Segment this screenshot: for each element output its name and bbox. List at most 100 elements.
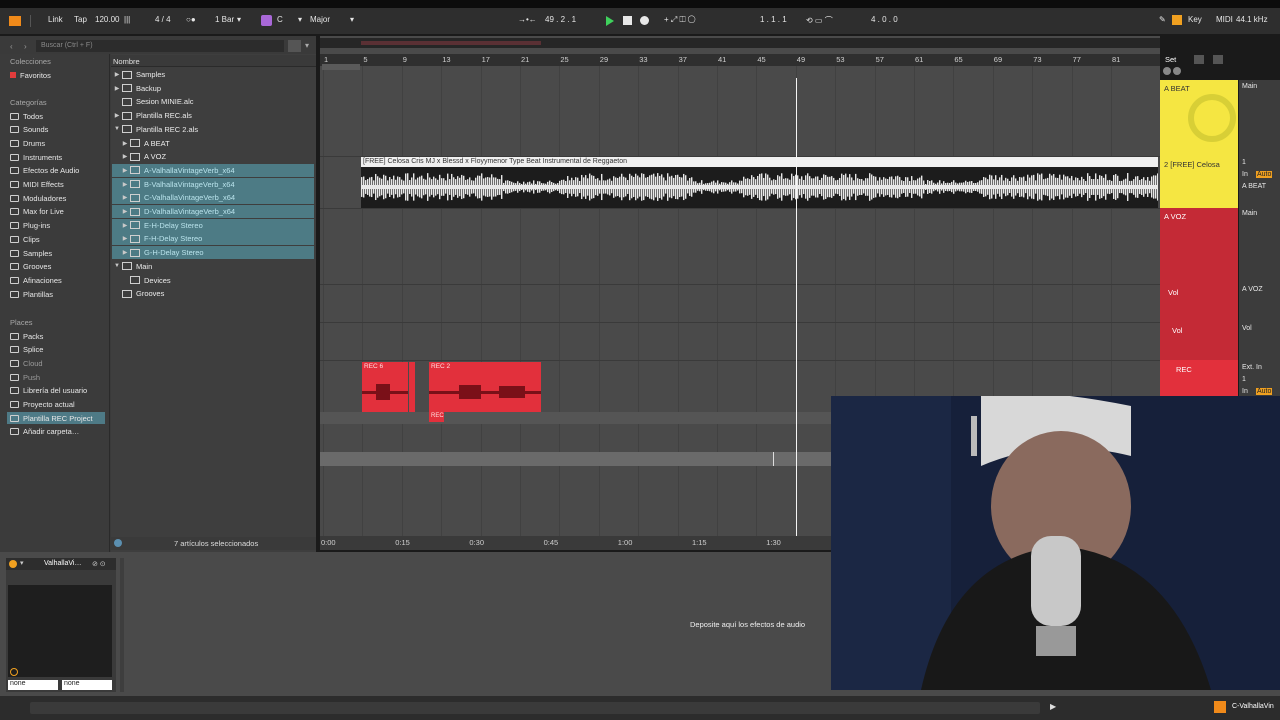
input-type-select[interactable]: Ext. In <box>1242 364 1262 371</box>
back-icon[interactable]: ‹ <box>10 42 13 51</box>
place-item-a-adir-carpeta-[interactable]: Añadir carpeta… <box>10 426 79 438</box>
file-item[interactable]: Devices <box>112 274 314 287</box>
scale-mode-icon[interactable] <box>261 15 272 26</box>
device-power-icon[interactable] <box>9 560 17 568</box>
sidebar-item-samples[interactable]: Samples <box>10 247 52 259</box>
follow-icon[interactable]: ○● <box>186 15 196 24</box>
stop-button[interactable] <box>623 16 632 25</box>
key-map-label[interactable]: Key <box>1188 15 1202 24</box>
lock-icon[interactable] <box>1213 55 1223 64</box>
monitor-auto-button[interactable]: Auto <box>1256 171 1273 178</box>
time-signature-field[interactable]: 4 / 4 <box>155 15 171 24</box>
file-item[interactable]: Sesion MINIE.alc <box>112 95 314 108</box>
plugin-view[interactable] <box>8 585 112 677</box>
sidebar-item-sounds[interactable]: Sounds <box>10 124 48 136</box>
disclosure-icon[interactable]: ▶ <box>112 112 122 119</box>
loop-start-field[interactable]: 1 . 1 . 1 <box>760 15 787 24</box>
tempo-field[interactable]: 120.00 <box>95 15 119 24</box>
preview-icon[interactable] <box>114 539 122 547</box>
fold-icon[interactable] <box>1173 67 1181 75</box>
chevron-down-icon[interactable]: ▾ <box>237 15 241 24</box>
disclosure-icon[interactable]: ▶ <box>112 85 122 92</box>
file-item[interactable]: ▶ A-ValhallaVintageVerb_x64 <box>112 163 314 177</box>
track-header-a-beat[interactable]: A BEAT <box>1160 80 1238 156</box>
audio-clip-beat[interactable]: [FREE] Celosa Cris MJ x Blessd x Floyyme… <box>361 157 1158 208</box>
track-header-celosa[interactable]: 2 [FREE] Celosa <box>1160 156 1238 208</box>
file-item[interactable]: ▼ Plantilla REC 2.als <box>112 123 314 136</box>
quantize-select[interactable]: 1 Bar <box>215 15 234 24</box>
select-b[interactable]: none <box>62 680 112 690</box>
sidebar-item-todos[interactable]: Todos <box>10 110 43 122</box>
file-item[interactable]: ▶ C-ValhallaVintageVerb_x64 <box>112 191 314 205</box>
overdub-icon[interactable]: + ⤢ ◫ ◯ <box>664 15 695 25</box>
midi-map-label[interactable]: MIDI <box>1216 15 1233 24</box>
sidebar-item-plantillas[interactable]: Plantillas <box>10 288 53 300</box>
scale-select[interactable]: Major <box>310 15 330 24</box>
output-select[interactable]: Main <box>1242 210 1257 217</box>
place-item-plantilla-rec-project[interactable]: Plantilla REC Project <box>7 412 105 425</box>
disclosure-icon[interactable]: ▼ <box>112 263 122 269</box>
link-button[interactable]: Link <box>48 15 63 24</box>
disclosure-icon[interactable]: ▼ <box>112 126 122 132</box>
file-item[interactable]: ▶ Plantilla REC.als <box>112 109 314 122</box>
song-position-field[interactable]: 49 . 2 . 1 <box>545 15 576 24</box>
metronome-icon[interactable]: ||| <box>124 15 130 24</box>
track-header-rec[interactable]: REC <box>1160 360 1238 400</box>
file-item[interactable]: ▶ Backup <box>112 82 314 95</box>
forward-icon[interactable]: › <box>24 42 27 51</box>
output-select[interactable]: A BEAT <box>1242 183 1266 190</box>
sidebar-item-midi-effects[interactable]: MIDI Effects <box>10 179 64 191</box>
disclosure-icon[interactable]: ▶ <box>120 194 130 201</box>
fold-icon[interactable] <box>1163 67 1171 75</box>
sidebar-item-afinaciones[interactable]: Afinaciones <box>10 274 62 286</box>
sidebar-item-grooves[interactable]: Grooves <box>10 261 51 273</box>
track-header-a-voz[interactable]: A VOZ <box>1160 208 1238 284</box>
overview-bar[interactable] <box>320 38 1160 48</box>
power-ring-icon[interactable] <box>10 668 18 676</box>
output-select[interactable]: Main <box>1242 83 1257 90</box>
monitor-in-button[interactable]: In <box>1242 171 1248 178</box>
playhead[interactable] <box>796 78 797 536</box>
place-item-splice[interactable]: Splice <box>10 344 43 356</box>
sidebar-item-moduladores[interactable]: Moduladores <box>10 192 66 204</box>
loop-brace[interactable] <box>322 64 360 70</box>
device-menu-icon[interactable]: ⊘ ⊙ <box>92 560 106 568</box>
place-item-librer-a-del-usuario[interactable]: Librería del usuario <box>10 385 87 397</box>
file-item[interactable]: ▶ D-ValhallaVintageVerb_x64 <box>112 205 314 218</box>
place-item-proyecto-actual[interactable]: Proyecto actual <box>10 399 75 411</box>
search-input[interactable]: Buscar (Ctrl + F) <box>36 40 284 52</box>
sidebar-item-favorites[interactable]: Favoritos <box>10 69 51 81</box>
disclosure-icon[interactable]: ▶ <box>120 235 130 242</box>
record-button[interactable] <box>640 16 649 25</box>
disclosure-icon[interactable]: ▶ <box>120 153 130 160</box>
fold-icon[interactable]: ▾ <box>20 559 24 567</box>
sidebar-item-clips[interactable]: Clips <box>10 233 40 245</box>
panel-splitter[interactable] <box>120 558 124 692</box>
file-item[interactable]: ▶ Samples <box>112 68 314 81</box>
select-a[interactable]: none <box>8 680 58 690</box>
device-rack[interactable]: ▾ ValhallaVi… ⊘ ⊙ none none <box>6 558 116 692</box>
file-item[interactable]: ▶ F-H-Delay Stereo <box>112 232 314 246</box>
input-channel-select[interactable]: 1 <box>1242 159 1246 166</box>
file-item[interactable]: ▶ G-H-Delay Stereo <box>112 246 314 260</box>
track-header-vol-2[interactable]: Vol <box>1160 322 1238 360</box>
audio-clip-rec-2[interactable]: REC 2 <box>429 362 541 412</box>
disclosure-icon[interactable]: ▶ <box>120 140 130 147</box>
chevron-down-icon[interactable]: ▾ <box>350 15 354 24</box>
sidebar-item-max-for-live[interactable]: Max for Live <box>10 206 64 218</box>
file-item[interactable]: ▶ A BEAT <box>112 137 314 150</box>
place-item-cloud[interactable]: Cloud <box>10 357 43 369</box>
disclosure-icon[interactable]: ▶ <box>120 208 130 215</box>
live-logo-icon[interactable] <box>9 16 21 26</box>
audio-clip-rec-6[interactable]: REC 6 <box>362 362 408 412</box>
sidebar-item-efectos-de-audio[interactable]: Efectos de Audio <box>10 165 79 177</box>
name-column-header[interactable]: Nombre <box>113 57 140 66</box>
sidebar-item-drums[interactable]: Drums <box>10 137 45 149</box>
play-icon[interactable]: ▶ <box>1050 702 1056 711</box>
filter-icon[interactable] <box>288 40 301 52</box>
disclosure-icon[interactable]: ▶ <box>120 249 130 256</box>
disclosure-icon[interactable]: ▶ <box>112 71 122 78</box>
loop-icon[interactable]: ⟲ ▭ ⌒ <box>806 15 833 26</box>
key-map-icon[interactable] <box>1172 15 1182 25</box>
file-item[interactable]: ▶ B-ValhallaVintageVerb_x64 <box>112 177 314 191</box>
